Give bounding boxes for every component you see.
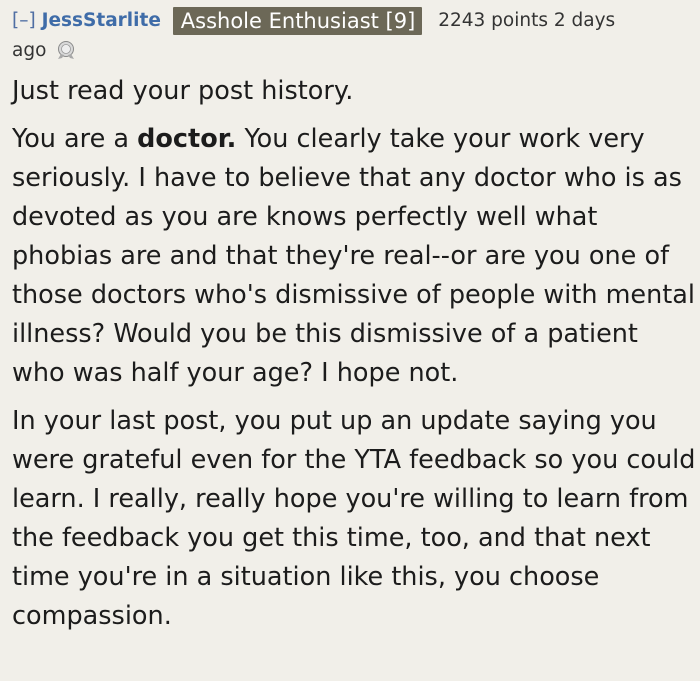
comment-paragraph-3: In your last post, you put up an update …	[12, 406, 696, 631]
score-and-age: 2243 points 2 days	[438, 10, 616, 31]
comment-body: Just read your post history. You are a d…	[12, 72, 696, 645]
author-username[interactable]: JessStarlite	[42, 10, 161, 31]
comment-paragraph-2: You are a doctor. You clearly take your …	[12, 120, 696, 393]
silver-award-icon[interactable]	[55, 40, 77, 60]
age-suffix: ago	[12, 40, 47, 61]
paragraph-2-start: You are a	[12, 124, 138, 154]
author-flair: Asshole Enthusiast [9]	[172, 7, 423, 35]
collapse-toggle[interactable]: [–]	[12, 10, 36, 31]
comment-tagline: [–] JessStarlite Asshole Enthusiast [9] …	[12, 6, 692, 66]
comment-paragraph-1: Just read your post history.	[12, 76, 354, 106]
comment: [–] JessStarlite Asshole Enthusiast [9] …	[0, 0, 700, 681]
bold-doctor-text: doctor.	[137, 124, 237, 154]
paragraph-2-rest: You clearly take your work very seriousl…	[12, 124, 695, 388]
